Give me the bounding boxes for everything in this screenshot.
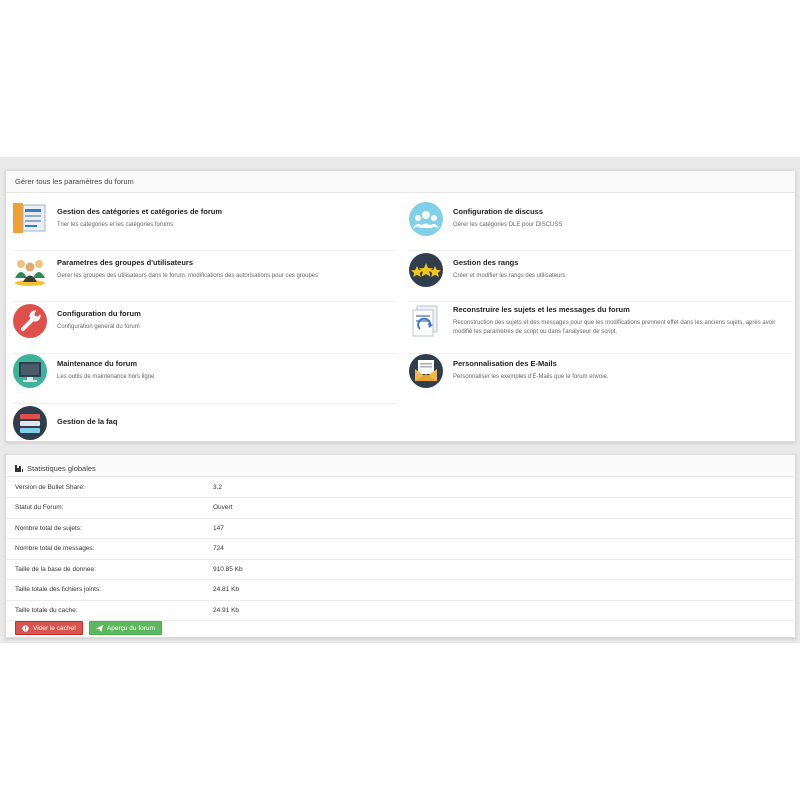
item-divider bbox=[12, 301, 397, 302]
settings-item-title: Maintenance du forum bbox=[57, 359, 138, 368]
user-group-icon bbox=[12, 252, 48, 288]
settings-item-desc: Gerer les groupes des utilisateurs dans … bbox=[57, 273, 319, 279]
item-divider bbox=[12, 403, 397, 404]
settings-item-rebuild[interactable]: Reconstruire les sujets et les messages … bbox=[408, 303, 793, 359]
rebuild-docs-icon bbox=[408, 303, 444, 339]
stat-label: Taille totale du cache: bbox=[6, 600, 213, 621]
settings-item-user-groups[interactable]: Parametres des groupes d'utilisateurs Ge… bbox=[12, 252, 397, 302]
settings-panel-title: Gérer tous les paramètres du forum bbox=[6, 171, 795, 193]
settings-item-forum-config[interactable]: Configuration du forum Configuration gen… bbox=[12, 303, 397, 353]
clear-cache-label: Vider le cache! bbox=[33, 624, 76, 632]
settings-item-desc: Reconstruction des sujets et des message… bbox=[453, 320, 776, 335]
settings-item-title: Configuration de discuss bbox=[453, 207, 544, 216]
stat-label: Version de Bullet Share: bbox=[6, 477, 213, 498]
stat-label: Nombre total de messages: bbox=[6, 538, 213, 560]
stat-value: Ouvert bbox=[213, 497, 795, 519]
stat-label: Statut du Forum: bbox=[6, 497, 213, 519]
settings-item-discuss[interactable]: Configuration de discuss Gérer les catég… bbox=[408, 201, 793, 251]
forum-preview-label: Aperçu du forum bbox=[106, 624, 155, 632]
settings-item-emails[interactable]: Personnalisation des E-Mails Personnalis… bbox=[408, 353, 793, 403]
stat-value: 3.2 bbox=[213, 477, 795, 498]
settings-item-title: Personnalisation des E-Mails bbox=[453, 359, 557, 368]
discuss-users-icon bbox=[408, 201, 444, 237]
settings-item-ranks[interactable]: Gestion des rangs Créer et modifier les … bbox=[408, 252, 793, 302]
table-row: Taille totale des fichiers joints: 24.81 … bbox=[6, 579, 795, 601]
stat-label: Nombre total de sujets: bbox=[6, 518, 213, 539]
folder-docs-icon bbox=[12, 201, 48, 237]
stat-value: 147 bbox=[213, 518, 795, 539]
table-row: Version de Bullet Share: 3.2 bbox=[6, 477, 795, 498]
clear-cache-button[interactable]: Vider le cache! bbox=[15, 621, 83, 635]
forum-preview-button[interactable]: Aperçu du forum bbox=[88, 621, 162, 635]
stat-value: 724 bbox=[213, 538, 795, 560]
stat-value: 910.85 Kb bbox=[213, 559, 795, 580]
settings-item-faq[interactable]: Gestion de la faq bbox=[12, 405, 397, 455]
item-divider bbox=[408, 301, 793, 302]
monitor-icon bbox=[12, 353, 48, 389]
settings-item-title: Gestion des catégories et catégories de … bbox=[57, 207, 223, 216]
item-divider bbox=[408, 250, 793, 251]
forum-settings-panel: Gérer tous les paramètres du forum Gesti… bbox=[5, 170, 796, 442]
action-buttons: Vider le cache! Aperçu du forum bbox=[15, 621, 162, 635]
settings-item-desc: Créer et modifier les rangs des utilisat… bbox=[453, 273, 566, 279]
table-row: Statut du Forum: Ouvert bbox=[6, 497, 795, 519]
stars-icon bbox=[408, 252, 444, 288]
settings-item-desc: Gérer les catégories DLE pour DISCUSS bbox=[453, 222, 563, 228]
faq-list-icon bbox=[12, 405, 48, 441]
item-divider bbox=[12, 250, 397, 251]
wrench-icon bbox=[12, 303, 48, 339]
table-row: Taille totale du cache: 24.91 Kb bbox=[6, 600, 795, 621]
settings-item-title: Parametres des groupes d'utilisateurs bbox=[57, 258, 193, 267]
settings-item-categories[interactable]: Gestion des catégories et catégories de … bbox=[12, 201, 397, 251]
send-icon bbox=[95, 624, 103, 632]
global-stats-panel: Statistiques globales Version de Bullet … bbox=[5, 454, 796, 638]
stat-label: Taille de la base de donnee: bbox=[6, 559, 213, 580]
settings-item-title: Gestion de la faq bbox=[57, 417, 118, 426]
settings-item-title: Reconstruire les sujets et les messages … bbox=[453, 305, 630, 314]
bar-chart-icon bbox=[15, 465, 24, 472]
settings-item-desc: Personnaliser les exemples d'E-Mails que… bbox=[453, 374, 609, 380]
envelope-icon bbox=[408, 353, 444, 389]
stat-label: Taille totale des fichiers joints: bbox=[6, 579, 213, 601]
alert-icon bbox=[22, 624, 29, 632]
stats-panel-header: Statistiques globales bbox=[6, 455, 795, 477]
settings-item-desc: Les outils de maintenance hors ligne bbox=[57, 374, 155, 380]
table-row: Nombre total de messages: 724 bbox=[6, 538, 795, 560]
stats-panel-title: Statistiques globales bbox=[27, 464, 96, 473]
table-row: Taille de la base de donnee: 910.85 Kb bbox=[6, 559, 795, 580]
stat-value: 24.81 Kb bbox=[213, 579, 795, 601]
settings-item-title: Configuration du forum bbox=[57, 309, 141, 318]
settings-item-maintenance[interactable]: Maintenance du forum Les outils de maint… bbox=[12, 353, 397, 403]
stat-value: 24.91 Kb bbox=[213, 600, 795, 621]
stats-table: Version de Bullet Share: 3.2 Statut du Fo… bbox=[6, 477, 795, 621]
table-row: Nombre total de sujets: 147 bbox=[6, 518, 795, 539]
settings-item-desc: Trier les categories et les catégories f… bbox=[57, 222, 174, 228]
settings-item-desc: Configuration general du forum bbox=[57, 324, 140, 330]
settings-item-title: Gestion des rangs bbox=[453, 258, 519, 267]
